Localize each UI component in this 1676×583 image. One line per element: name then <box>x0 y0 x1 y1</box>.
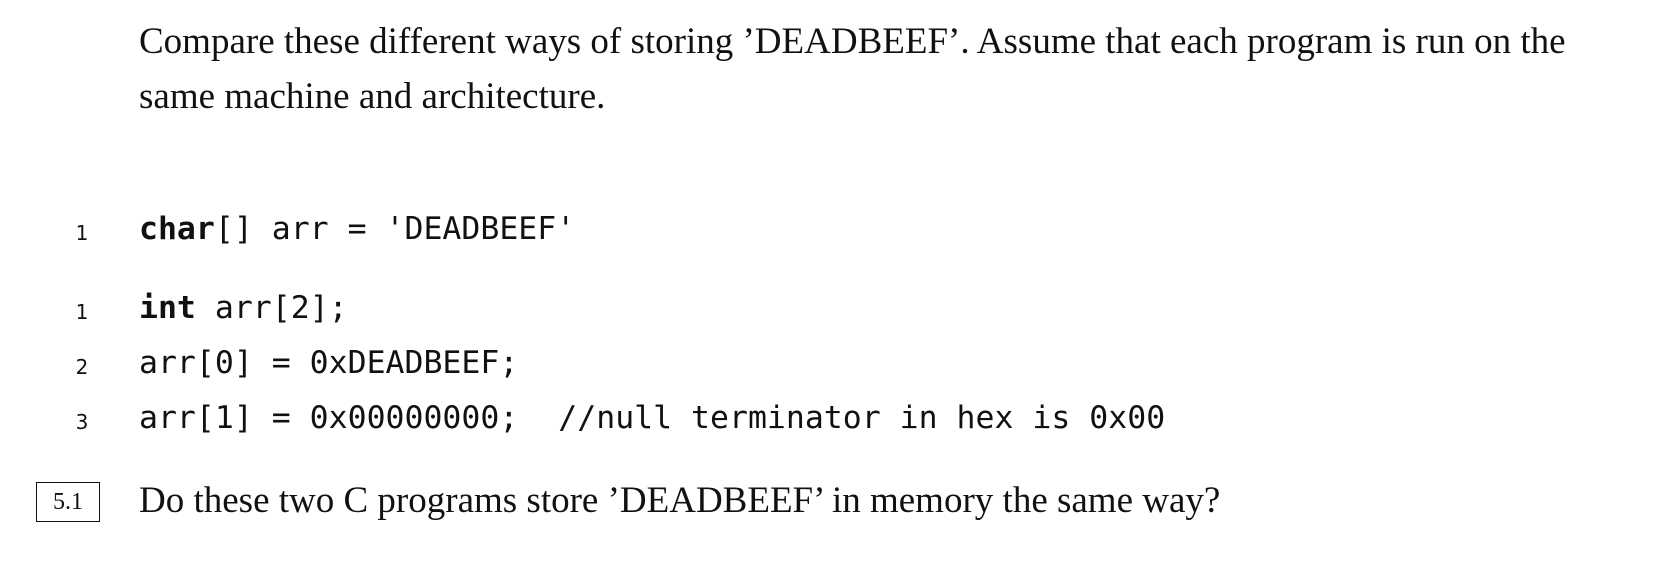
code-line: 1 char[] arr = 'DEADBEEF' <box>0 209 1676 249</box>
code-line: 3 arr[1] = 0x00000000; //null terminator … <box>0 398 1676 438</box>
code-content: arr[2]; <box>195 290 348 326</box>
question-text: Do these two C programs store ’DEADBEEF’… <box>139 480 1221 521</box>
code-comment: //null terminator in hex is 0x00 <box>558 400 1166 436</box>
code-keyword: char <box>139 211 215 247</box>
line-number: 1 <box>75 221 89 245</box>
code-text: int arr[2]; <box>139 288 348 328</box>
question-5-1: 5.1 Do these two C programs store ’DEADB… <box>0 476 1676 526</box>
code-content: arr[0] = 0xDEADBEEF; <box>139 345 519 381</box>
code-text: char[] arr = 'DEADBEEF' <box>139 209 575 249</box>
line-number: 3 <box>75 410 89 434</box>
line-number: 2 <box>75 355 89 379</box>
code-content: [] arr = 'DEADBEEF' <box>214 211 576 247</box>
question-number-box: 5.1 <box>36 482 100 522</box>
code-line: 1 int arr[2]; <box>0 288 1676 328</box>
line-number: 1 <box>75 300 89 324</box>
code-line: 2 arr[0] = 0xDEADBEEF; <box>0 343 1676 383</box>
code-content: arr[1] = 0x00000000; <box>139 400 519 436</box>
intro-paragraph: Compare these different ways of storing … <box>139 21 1566 117</box>
code-text: arr[0] = 0xDEADBEEF; <box>139 343 518 383</box>
code-text: arr[1] = 0x00000000; //null terminator in… <box>139 398 1165 438</box>
code-keyword: int <box>139 290 196 326</box>
